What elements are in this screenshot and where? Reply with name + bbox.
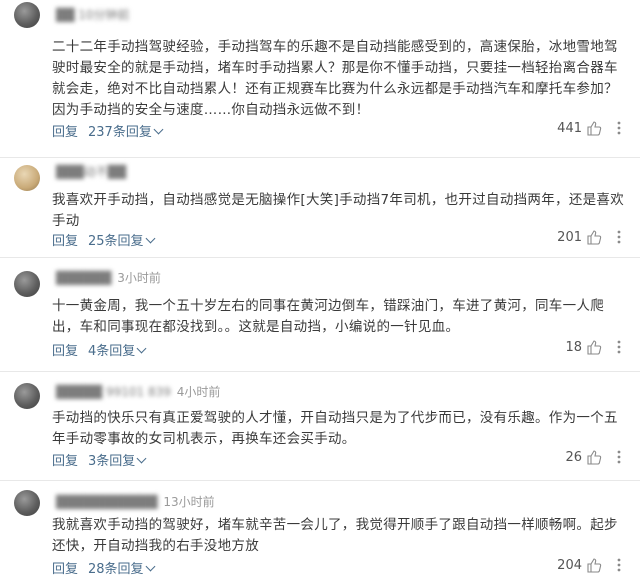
username[interactable]: ███████████ (56, 495, 158, 509)
chevron-down-icon (145, 233, 155, 244)
like-count: 441 (557, 121, 582, 136)
view-replies-link[interactable]: 4条回复 (88, 340, 147, 359)
chevron-down-icon (136, 453, 147, 464)
comment-footer: 回复 28条回复 204 (52, 557, 626, 577)
more-options-icon[interactable] (612, 120, 626, 136)
comment-item: █████ 99101 839 4小时前 手动挡的快乐只有真正爱驾驶的人才懂，开… (0, 371, 640, 481)
comment-footer: 回复 4条回复 18 (52, 339, 626, 359)
more-options-icon[interactable] (612, 339, 626, 355)
more-options-icon[interactable] (612, 229, 626, 245)
like-count: 18 (565, 340, 582, 355)
comment-item: ███动不██ 我喜欢开手动挡，自动挡感觉是无脑操作[大笑]手动挡7年司机，也开… (0, 157, 640, 258)
comment-item: ██████ 3小时前 十一黄金周，我一个五十岁左右的同事在黄河边倒车，错踩油门… (0, 257, 640, 372)
comment-meta: ██ 10分钟前 (56, 6, 132, 23)
chevron-down-icon (153, 124, 164, 135)
view-replies-link[interactable]: 25条回复 (88, 230, 155, 249)
comment-item: ██ 10分钟前 二十二年手动挡驾驶经验，手动挡驾车的乐趣不是自动挡能感受到的，… (0, 0, 640, 158)
comment-meta: █████ 99101 839 4小时前 (56, 383, 220, 400)
replies-count: 3条回复 (88, 454, 136, 469)
comment-text: 我喜欢开手动挡，自动挡感觉是无脑操作[大笑]手动挡7年司机，也开过自动挡两年，还… (52, 192, 625, 229)
username[interactable]: █████ 99101 839 (56, 385, 171, 399)
comment-footer: 回复 25条回复 201 (52, 229, 626, 249)
username[interactable]: ███动不██ (56, 165, 126, 179)
more-options-icon[interactable] (612, 557, 626, 573)
thumbs-up-icon[interactable] (586, 229, 602, 245)
replies-count: 25条回复 (88, 234, 144, 249)
comment-text: 我就喜欢手动挡的驾驶好，堵车就辛苦一会儿了，我觉得开顺手了跟自动挡一样顺畅啊。起… (52, 517, 618, 554)
replies-count: 4条回复 (88, 344, 136, 359)
like-count: 201 (557, 230, 582, 245)
reply-button[interactable]: 回复 (52, 121, 78, 140)
avatar[interactable] (14, 2, 40, 28)
chevron-down-icon (136, 343, 147, 354)
timestamp: 4小时前 (176, 385, 221, 399)
view-replies-link[interactable]: 3条回复 (88, 450, 147, 469)
avatar[interactable] (14, 271, 40, 297)
comment-footer: 回复 3条回复 26 (52, 449, 626, 469)
timestamp: 3小时前 (117, 271, 161, 285)
view-replies-link[interactable]: 28条回复 (88, 558, 155, 577)
comment-text: 十一黄金周，我一个五十岁左右的同事在黄河边倒车，错踩油门，车进了黄河，同车一人爬… (52, 298, 604, 335)
comment-meta: ███动不██ (56, 163, 128, 180)
username[interactable]: ██ 10分钟前 (56, 8, 130, 22)
username[interactable]: ██████ (56, 271, 111, 285)
thumbs-up-icon[interactable] (586, 120, 602, 136)
comment-text: 二十二年手动挡驾驶经验，手动挡驾车的乐趣不是自动挡能感受到的，高速保胎，冰地雪地… (52, 39, 618, 118)
comment-footer: 回复 237条回复 441 (52, 120, 626, 140)
more-options-icon[interactable] (612, 449, 626, 465)
avatar[interactable] (14, 490, 40, 516)
reply-button[interactable]: 回复 (52, 558, 78, 577)
comment-text: 手动挡的快乐只有真正爱驾驶的人才懂，开自动挡只是为了代步而已，没有乐趣。作为一个… (52, 410, 618, 447)
reply-button[interactable]: 回复 (52, 450, 78, 469)
avatar[interactable] (14, 165, 40, 191)
comment-item: ███████████ 13小时前 我就喜欢手动挡的驾驶好，堵车就辛苦一会儿了，… (0, 480, 640, 588)
comment-meta: ███████████ 13小时前 (56, 493, 215, 510)
chevron-down-icon (145, 561, 155, 572)
view-replies-link[interactable]: 237条回复 (88, 121, 164, 140)
timestamp: 13小时前 (163, 495, 215, 509)
thumbs-up-icon[interactable] (586, 557, 602, 573)
thumbs-up-icon[interactable] (586, 339, 602, 355)
replies-count: 237条回复 (88, 125, 152, 140)
thumbs-up-icon[interactable] (586, 449, 602, 465)
like-count: 204 (557, 558, 582, 573)
reply-button[interactable]: 回复 (52, 230, 78, 249)
replies-count: 28条回复 (88, 562, 144, 577)
avatar[interactable] (14, 383, 40, 409)
comment-meta: ██████ 3小时前 (56, 269, 161, 286)
like-count: 26 (565, 450, 582, 465)
reply-button[interactable]: 回复 (52, 340, 78, 359)
